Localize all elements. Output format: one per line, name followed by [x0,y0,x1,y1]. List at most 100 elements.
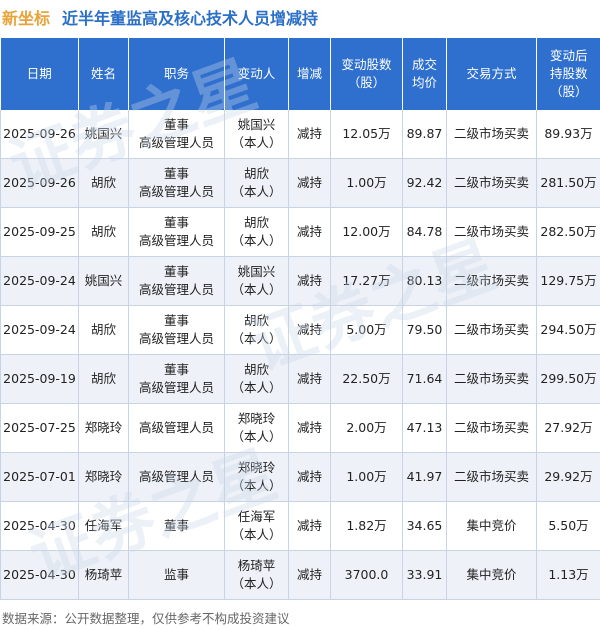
cell-shares: 12.05万 [330,110,403,159]
cell-date: 2025-09-26 [0,158,79,208]
col-header-changer: 变动人 [224,38,289,110]
cell-direction: 减持 [288,110,331,159]
cell-name: 胡欣 [78,207,129,257]
holdings-change-table: 日期 姓名 职务 变动人 增减 变动股数 （股） 成交 均价 交易方式 变动后 … [0,38,600,600]
cell-date: 2025-04-30 [0,501,79,551]
table-row: 2025-09-26 姚国兴 董事 高级管理人员 姚国兴 （本人） 减持 12.05万 89… [0,110,600,159]
cell-name: 姚国兴 [78,256,129,306]
cell-method: 二级市场买卖 [446,403,537,453]
col-header-date: 日期 [0,38,79,110]
cell-position: 董事 高级管理人员 [128,110,225,159]
cell-name: 胡欣 [78,305,129,355]
table-row: 2025-09-25 胡欣 董事 高级管理人员 胡欣 （本人） 减持 12.00万 84.7… [0,207,600,257]
cell-date: 2025-07-25 [0,403,79,453]
cell-date: 2025-04-30 [0,550,79,600]
cell-changer: 胡欣 （本人） [224,158,289,208]
title-bar: 新坐标 近半年董监高及核心技术人员增减持 [0,0,600,34]
table-row: 2025-07-25 郑晓玲 高级管理人员 郑晓玲 （本人） 减持 2.00万 47.13 二… [0,403,600,453]
cell-price: 41.97 [402,452,447,502]
col-header-price: 成交 均价 [402,38,447,110]
cell-shares: 1.00万 [330,452,403,502]
cell-date: 2025-09-24 [0,256,79,306]
table-body: 2025-09-26 姚国兴 董事 高级管理人员 姚国兴 （本人） 减持 12.05万 89… [0,110,600,600]
cell-method: 二级市场买卖 [446,256,537,306]
cell-shares: 12.00万 [330,207,403,257]
cell-method: 集中竞价 [446,501,537,551]
cell-shares: 1.00万 [330,158,403,208]
cell-name: 任海军 [78,501,129,551]
cell-position: 监事 [128,550,225,600]
col-header-name: 姓名 [78,38,129,110]
cell-position: 董事 高级管理人员 [128,207,225,257]
cell-direction: 减持 [288,452,331,502]
cell-after: 27.92万 [536,403,600,453]
cell-name: 姚国兴 [78,110,129,159]
cell-date: 2025-09-24 [0,305,79,355]
cell-direction: 减持 [288,403,331,453]
cell-price: 71.64 [402,354,447,404]
cell-name: 胡欣 [78,354,129,404]
table-row: 2025-09-26 胡欣 董事 高级管理人员 胡欣 （本人） 减持 1.00万 92.42… [0,158,600,208]
cell-method: 二级市场买卖 [446,158,537,208]
cell-shares: 1.82万 [330,501,403,551]
cell-position: 董事 [128,501,225,551]
cell-changer: 姚国兴 （本人） [224,110,289,159]
cell-position: 董事 高级管理人员 [128,305,225,355]
cell-position: 高级管理人员 [128,403,225,453]
cell-price: 92.42 [402,158,447,208]
table-row: 2025-09-19 胡欣 董事 高级管理人员 胡欣 （本人） 减持 22.50万 71.6… [0,354,600,404]
cell-shares: 2.00万 [330,403,403,453]
cell-direction: 减持 [288,354,331,404]
cell-changer: 郑晓玲 （本人） [224,452,289,502]
cell-date: 2025-09-19 [0,354,79,404]
table-row: 2025-07-01 郑晓玲 高级管理人员 郑晓玲 （本人） 减持 1.00万 41.97 二… [0,452,600,502]
cell-position: 董事 高级管理人员 [128,256,225,306]
cell-method: 二级市场买卖 [446,354,537,404]
col-header-shares: 变动股数 （股） [330,38,403,110]
table-row: 2025-04-30 杨琦苹 监事 杨琦苹 （本人） 减持 3700.0 33.91 集中竞价… [0,550,600,600]
cell-shares: 5.00万 [330,305,403,355]
cell-shares: 17.27万 [330,256,403,306]
cell-after: 281.50万 [536,158,600,208]
cell-after: 29.92万 [536,452,600,502]
col-header-method: 交易方式 [446,38,537,110]
cell-date: 2025-07-01 [0,452,79,502]
data-source-note: 数据来源：公开数据整理，仅供参考不构成投资建议 [2,611,290,626]
cell-after: 299.50万 [536,354,600,404]
table-row: 2025-04-30 任海军 董事 任海军 （本人） 减持 1.82万 34.65 集中竞价 5… [0,501,600,551]
cell-changer: 胡欣 （本人） [224,207,289,257]
cell-changer: 杨琦苹 （本人） [224,550,289,600]
cell-method: 集中竞价 [446,550,537,600]
cell-after: 294.50万 [536,305,600,355]
cell-price: 34.65 [402,501,447,551]
cell-shares: 22.50万 [330,354,403,404]
cell-position: 董事 高级管理人员 [128,158,225,208]
cell-price: 80.13 [402,256,447,306]
cell-shares: 3700.0 [330,550,403,600]
cell-name: 胡欣 [78,158,129,208]
cell-method: 二级市场买卖 [446,305,537,355]
cell-after: 5.50万 [536,501,600,551]
table-row: 2025-09-24 胡欣 董事 高级管理人员 胡欣 （本人） 减持 5.00万 79.50… [0,305,600,355]
cell-position: 董事 高级管理人员 [128,354,225,404]
cell-after: 89.93万 [536,110,600,159]
col-header-position: 职务 [128,38,225,110]
cell-changer: 郑晓玲 （本人） [224,403,289,453]
cell-changer: 胡欣 （本人） [224,354,289,404]
cell-date: 2025-09-26 [0,110,79,159]
cell-changer: 胡欣 （本人） [224,305,289,355]
cell-after: 129.75万 [536,256,600,306]
cell-date: 2025-09-25 [0,207,79,257]
cell-price: 89.87 [402,110,447,159]
cell-method: 二级市场买卖 [446,452,537,502]
cell-method: 二级市场买卖 [446,110,537,159]
cell-price: 47.13 [402,403,447,453]
cell-direction: 减持 [288,158,331,208]
cell-after: 1.13万 [536,550,600,600]
cell-direction: 减持 [288,256,331,306]
brand-name: 新坐标 [2,9,51,28]
col-header-after: 变动后 持股数 （股） [536,38,600,110]
cell-price: 33.91 [402,550,447,600]
cell-price: 79.50 [402,305,447,355]
table-row: 2025-09-24 姚国兴 董事 高级管理人员 姚国兴 （本人） 减持 17.27万 80… [0,256,600,306]
